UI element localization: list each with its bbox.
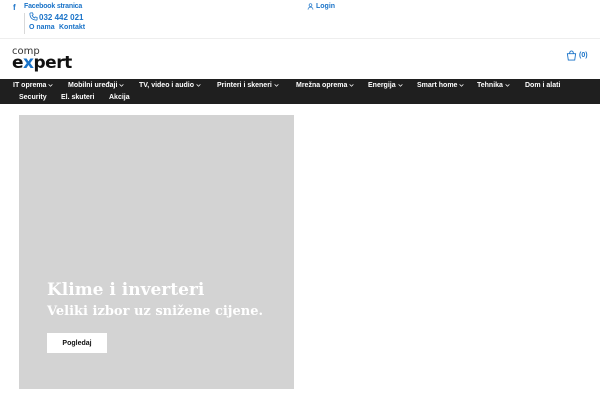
nav-item-akcija[interactable]: Akcija <box>109 94 130 101</box>
hero-subtitle: Veliki izbor uz snižene cijene. <box>47 304 264 319</box>
nav-item-tehnika[interactable]: Tehnika <box>477 82 510 89</box>
nav-item-tv-video[interactable]: TV, video i audio <box>139 82 201 89</box>
main-nav: IT oprema Mobilni uređaji TV, video i au… <box>0 79 600 104</box>
divider <box>24 13 25 34</box>
site-logo[interactable]: comp expert <box>12 46 92 73</box>
logo-line2: expert <box>12 53 72 73</box>
nav-item-mrezna[interactable]: Mrežna oprema <box>296 82 354 89</box>
nav-item-energija[interactable]: Energija <box>368 82 403 89</box>
phone-icon <box>29 12 38 21</box>
nav-item-security[interactable]: Security <box>19 94 47 101</box>
hero-view-button[interactable]: Pogledaj <box>47 333 107 353</box>
cart-button[interactable]: (0) <box>566 50 588 61</box>
shopping-bag-icon <box>566 50 577 61</box>
login-label: Login <box>316 3 336 10</box>
chevron-down-icon <box>196 84 201 87</box>
facebook-link[interactable]: Facebook stranica <box>24 3 82 10</box>
login-link[interactable]: Login <box>307 3 335 10</box>
user-icon <box>307 3 314 10</box>
chevron-down-icon <box>119 84 125 87</box>
contact-link[interactable]: Kontakt <box>59 24 85 31</box>
chevron-down-icon <box>349 84 354 87</box>
nav-item-smart-home[interactable]: Smart home <box>417 82 465 89</box>
chevron-down-icon <box>397 84 403 87</box>
nav-item-dom-alati[interactable]: Dom i alati <box>525 82 560 89</box>
page: f Facebook stranica 032 442 021 O nama K… <box>0 0 600 400</box>
nav-item-mobilni[interactable]: Mobilni uređaji <box>68 82 125 89</box>
cart-count: (0) <box>579 52 588 59</box>
hero-banner: Klime i inverteri Veliki izbor uz snižen… <box>19 115 294 389</box>
nav-item-it-oprema[interactable]: IT oprema <box>13 82 54 89</box>
about-link[interactable]: O nama <box>29 24 55 31</box>
hero-title: Klime i inverteri <box>47 280 205 300</box>
chevron-down-icon <box>459 84 465 87</box>
chevron-down-icon <box>48 84 54 87</box>
chevron-down-icon <box>274 84 279 87</box>
nav-item-el-skuteri[interactable]: El. skuteri <box>61 94 94 101</box>
top-bar: f Facebook stranica 032 442 021 O nama K… <box>0 0 600 38</box>
phone-number[interactable]: 032 442 021 <box>39 13 84 22</box>
chevron-down-icon <box>505 84 510 87</box>
nav-item-printeri[interactable]: Printeri i skeneri <box>217 82 279 89</box>
header-divider <box>0 38 600 39</box>
facebook-icon[interactable]: f <box>13 3 16 12</box>
